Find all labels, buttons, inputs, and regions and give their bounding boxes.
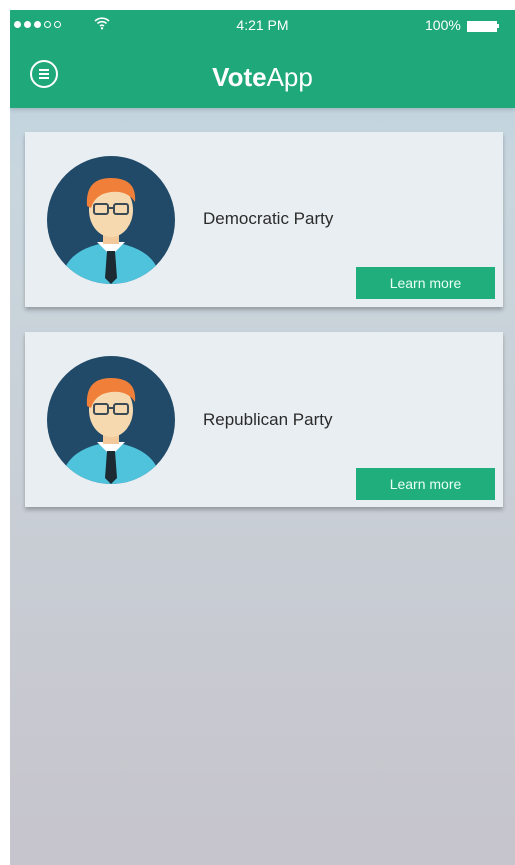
party-name: Democratic Party — [203, 209, 334, 228]
candidate-avatar-icon — [47, 356, 175, 484]
learn-more-button[interactable]: Learn more — [356, 267, 495, 299]
app-title: VoteApp — [10, 62, 515, 93]
app-title-regular: App — [266, 62, 313, 92]
app-title-bold: Vote — [212, 62, 267, 92]
battery-icon — [467, 21, 497, 32]
learn-more-button[interactable]: Learn more — [356, 468, 495, 500]
app-header: 4:21 PM 100% VoteApp — [10, 10, 515, 108]
party-card[interactable]: Democratic Party Learn more — [25, 132, 503, 307]
party-name: Republican Party — [203, 410, 333, 429]
battery-tip — [497, 24, 499, 28]
candidate-avatar-icon — [47, 156, 175, 284]
party-card[interactable]: Republican Party Learn more — [25, 332, 503, 507]
status-bar: 4:21 PM 100% — [10, 10, 515, 42]
phone-screen: 4:21 PM 100% VoteApp Democratic Party Le… — [10, 10, 515, 865]
battery-percent: 100% — [425, 17, 461, 33]
